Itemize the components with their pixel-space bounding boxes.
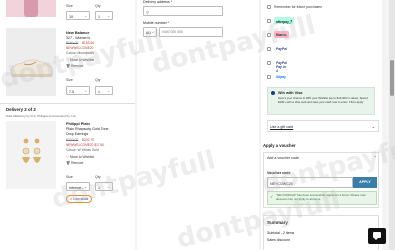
visa-body: Here's your chance to WIN your Wishlist … xyxy=(278,96,368,104)
size-select[interactable]: 7.5 ⌄ xyxy=(66,86,90,95)
apply-voucher-button[interactable]: APPLY xyxy=(353,177,377,188)
size-select[interactable]: 10 ⌄ xyxy=(66,11,90,20)
address-form-column: Delivery address * ⚲ Mobile number * AU ⌄ xyxy=(137,0,259,250)
subtotal-label: Subtotal - 2 items xyxy=(267,231,295,235)
product-image-top[interactable] xyxy=(6,0,56,17)
gift-card-label: Use a gift card xyxy=(270,124,294,129)
trash-icon: 🗑 xyxy=(66,161,71,165)
chevron-down-icon: ⌄ xyxy=(371,123,375,129)
product-image-earrings[interactable] xyxy=(6,121,56,189)
paypal-pay-in-4-logo: PayPal Pay in 4 xyxy=(276,60,287,73)
radio-paypal-pay-in-4[interactable] xyxy=(267,60,271,65)
warning-icon: ⊘ xyxy=(69,197,73,201)
gift-card-row[interactable]: Use a gift card ⌄ xyxy=(267,120,379,132)
page-scrollbar[interactable] xyxy=(389,0,395,250)
size-label: Size xyxy=(66,4,73,8)
voucher-code-input[interactable]: NEYCOWC20 xyxy=(267,177,353,188)
promo-code-note: NEWWELCOME20 xyxy=(66,46,94,50)
qty-label: Qty xyxy=(95,175,101,179)
add-voucher-toggle[interactable]: Add a voucher code ⌃ xyxy=(264,153,380,163)
delivery-seller: Sold &Delivery by D.S. Philippa Accessor… xyxy=(6,114,77,118)
cart-items-column: Size Qty 10 ⌄ 1 ⌄ New Balance 327 - Women'… xyxy=(0,0,135,250)
product-brand: Philippi Plain xyxy=(66,122,90,126)
radio-afterpay[interactable] xyxy=(267,18,271,23)
product-colour: Colour: Moonbeam xyxy=(66,51,95,55)
chevron-down-icon: ⌄ xyxy=(84,185,87,189)
move-to-wishlist-button[interactable]: ♡ Move to Wishlist xyxy=(66,58,94,62)
chat-button[interactable] xyxy=(368,228,386,244)
delivery-heading: Delivery 2 of 2 xyxy=(6,107,36,112)
chat-bubble-tail xyxy=(374,238,378,240)
chevron-up-icon: ⌃ xyxy=(373,155,377,160)
remove-button[interactable]: 🗑 Remove xyxy=(66,64,83,68)
product-colour: Colour: W Yellow Gold xyxy=(66,148,99,152)
voucher-panel: Add a voucher code ⌃ Voucher code NEYCOW… xyxy=(263,152,379,208)
voucher-success-message: ✓ "NEYCOWC20" has been successfully appl… xyxy=(267,191,377,205)
afterpay-logo: afterpay⤴ xyxy=(274,17,295,24)
heart-icon: ♡ xyxy=(66,155,69,159)
remember-checkbox[interactable] xyxy=(267,5,271,9)
earrings-image xyxy=(22,138,41,163)
chevron-down-icon: ⌄ xyxy=(84,14,87,18)
qty-select[interactable]: 1 ⌄ xyxy=(95,86,113,95)
trash-icon: 🗑 xyxy=(66,64,71,68)
summary-heading: Summary xyxy=(267,220,288,225)
qty-label: Qty xyxy=(95,78,101,82)
scrollbar-thumb[interactable] xyxy=(390,60,394,96)
delivery-address-label: Delivery address * xyxy=(143,0,173,4)
price-sale: $202.70 xyxy=(82,138,95,142)
country-code-select[interactable]: AU ⌄ xyxy=(143,27,157,37)
check-circle-icon: ✓ xyxy=(270,194,274,199)
apply-voucher-heading: Apply a voucher xyxy=(263,143,296,148)
visa-title: Win with Visa xyxy=(278,91,303,95)
remove-button[interactable]: 🗑 Remove xyxy=(66,161,83,165)
remember-label: Remember for future purchases xyxy=(274,5,322,9)
alipay-logo: Alipay xyxy=(276,74,286,79)
mobile-number-input[interactable] xyxy=(159,27,223,37)
heart-icon: ♡ xyxy=(66,58,69,62)
chevron-down-icon: ⌄ xyxy=(107,14,110,18)
price-sale: $153.60 xyxy=(82,41,95,45)
paypal-logo: PayPal xyxy=(276,46,287,51)
chevron-down-icon: ⌄ xyxy=(84,89,87,93)
size-label: Size xyxy=(66,78,73,82)
payment-column: Remember for future purchases afterpay⤴ … xyxy=(261,0,382,250)
visa-promo-card: Win with Visa Here's your chance to WIN … xyxy=(267,87,375,115)
delivery-address-input[interactable]: ⚲ xyxy=(143,6,223,16)
move-to-wishlist-button[interactable]: ♡ Move to Wishlist xyxy=(66,155,94,159)
mobile-number-label: Mobile number * xyxy=(143,21,170,25)
klarna-logo: Klarna. xyxy=(274,31,290,38)
visa-icon xyxy=(271,91,275,95)
radio-klarna[interactable] xyxy=(267,32,271,37)
location-pin-icon: ⚲ xyxy=(146,9,149,15)
divider xyxy=(0,103,135,104)
product-name[interactable]: 327 - Women's xyxy=(66,36,90,40)
qty-select[interactable]: 1 ⌄ xyxy=(95,182,113,191)
price-original: $160.00 xyxy=(66,41,79,45)
qty-select[interactable]: 1 ⌄ xyxy=(95,11,113,20)
sneaker-image xyxy=(10,59,53,77)
chevron-down-icon: ⌄ xyxy=(107,89,110,93)
promo-code-note: NEWWELCOME20 $17.60 xyxy=(66,143,105,147)
chevron-down-icon: ⌄ xyxy=(107,185,110,189)
product-image-sneaker[interactable] xyxy=(6,28,56,96)
sales-discount-label: Sales discount xyxy=(267,238,290,242)
low-stock-badge: ⊘ Low stock xyxy=(66,195,92,203)
product-brand: New Balance xyxy=(66,31,90,35)
size-select[interactable]: Internat... ⌄ xyxy=(66,182,90,191)
radio-paypal[interactable] xyxy=(267,46,271,51)
radio-alipay[interactable] xyxy=(267,74,271,79)
product-name[interactable]: Plain Rhapsody Gold Tone Drop Earrings xyxy=(66,127,112,136)
qty-label: Qty xyxy=(95,4,101,8)
summary-panel: Summary Subtotal - 2 items Sales discoun… xyxy=(263,215,379,250)
voucher-code-label: Voucher code xyxy=(267,171,291,175)
size-label: Size xyxy=(66,175,73,179)
chevron-down-icon: ⌄ xyxy=(151,30,154,34)
price-original: $220.00 xyxy=(66,138,79,142)
